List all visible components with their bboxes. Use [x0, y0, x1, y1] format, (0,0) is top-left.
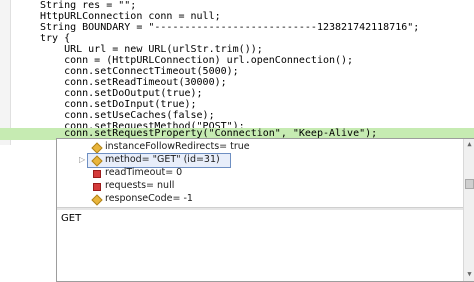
code-editor[interactable]: String res = ""; HttpURLConnection conn … — [0, 0, 474, 145]
editor-gutter — [0, 0, 11, 145]
tree-row-label: method= "GET" (id=31) — [105, 154, 220, 165]
scroll-down-icon[interactable]: ▼ — [465, 270, 474, 279]
tree-row-label: readTimeout= 0 — [105, 167, 183, 178]
tree-row-label: requests= null — [105, 180, 175, 191]
field-diamond-icon — [91, 155, 103, 167]
variable-tree[interactable]: instanceFollowRedirects= true ▷ method= … — [57, 139, 463, 207]
private-field-icon — [93, 170, 101, 178]
debug-inspect-popup[interactable]: instanceFollowRedirects= true ▷ method= … — [56, 138, 474, 282]
field-diamond-icon — [91, 194, 103, 206]
tree-row-instance-follow-redirects[interactable]: instanceFollowRedirects= true — [57, 140, 463, 154]
tree-row-label: instanceFollowRedirects= true — [105, 141, 250, 152]
tree-row-requests[interactable]: requests= null — [57, 179, 463, 193]
splitter[interactable] — [57, 207, 463, 210]
tree-row-label: responseCode= -1 — [105, 193, 193, 204]
tree-row-method[interactable]: ▷ method= "GET" (id=31) — [57, 153, 463, 167]
vertical-scrollbar[interactable]: ▲ ▼ — [463, 139, 474, 281]
expand-arrow-icon[interactable]: ▷ — [79, 153, 87, 167]
scroll-up-icon[interactable]: ▲ — [465, 140, 474, 149]
field-diamond-icon — [91, 142, 103, 154]
private-field-icon — [93, 183, 101, 191]
tree-row-read-timeout[interactable]: readTimeout= 0 — [57, 166, 463, 180]
tree-row-response-code[interactable]: responseCode= -1 — [57, 192, 463, 206]
scroll-thumb[interactable] — [465, 179, 474, 189]
detail-pane-value: GET — [61, 213, 82, 224]
